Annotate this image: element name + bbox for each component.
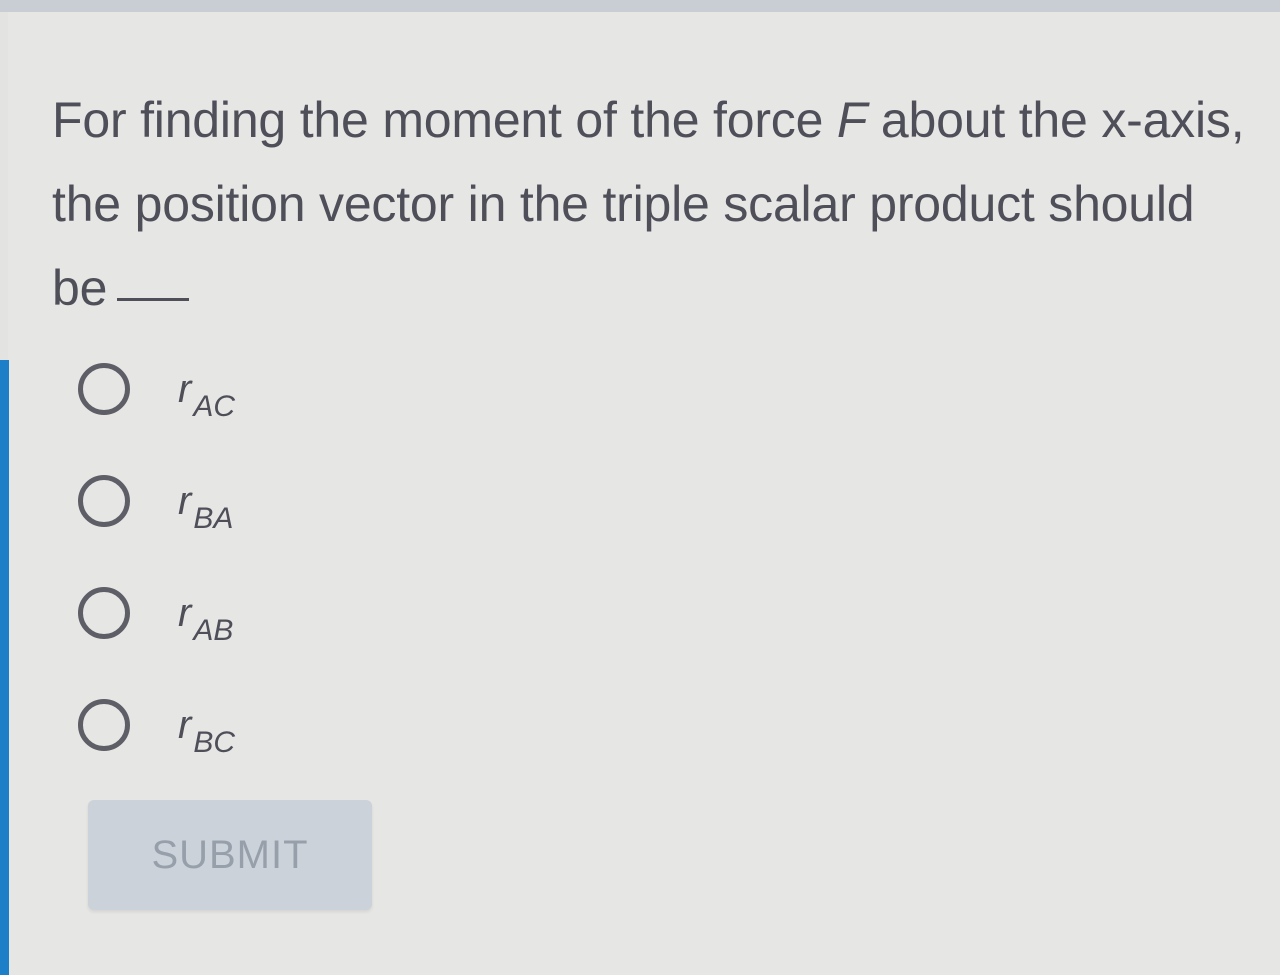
- option-subscript: AC: [193, 389, 236, 423]
- top-strip: [0, 0, 1280, 12]
- radio-button[interactable]: [78, 475, 130, 527]
- option-label: rAC: [178, 366, 235, 423]
- option-r-ab[interactable]: rAB: [78, 578, 478, 648]
- radio-button[interactable]: [78, 587, 130, 639]
- option-subscript: AB: [193, 613, 234, 647]
- option-subscript: BC: [193, 725, 236, 759]
- radio-button[interactable]: [78, 363, 130, 415]
- answer-blank: [117, 298, 190, 301]
- option-label: rBC: [178, 702, 235, 759]
- radio-button[interactable]: [78, 699, 130, 751]
- question-variable: F: [836, 92, 868, 148]
- option-r-ba[interactable]: rBA: [78, 466, 478, 536]
- option-symbol: r: [178, 366, 192, 411]
- left-accent-bar: [0, 360, 9, 975]
- submit-button[interactable]: SUBMIT: [88, 800, 372, 910]
- option-r-ac[interactable]: rAC: [78, 354, 478, 424]
- question-text-before: For finding the moment of the force: [52, 92, 837, 148]
- option-label: rAB: [178, 590, 233, 647]
- option-subscript: BA: [193, 501, 234, 535]
- question-text: For finding the moment of the force F ab…: [52, 78, 1262, 330]
- option-symbol: r: [178, 478, 192, 523]
- option-r-bc[interactable]: rBC: [78, 690, 478, 760]
- option-label: rBA: [178, 478, 233, 535]
- option-symbol: r: [178, 590, 192, 635]
- option-symbol: r: [178, 702, 192, 747]
